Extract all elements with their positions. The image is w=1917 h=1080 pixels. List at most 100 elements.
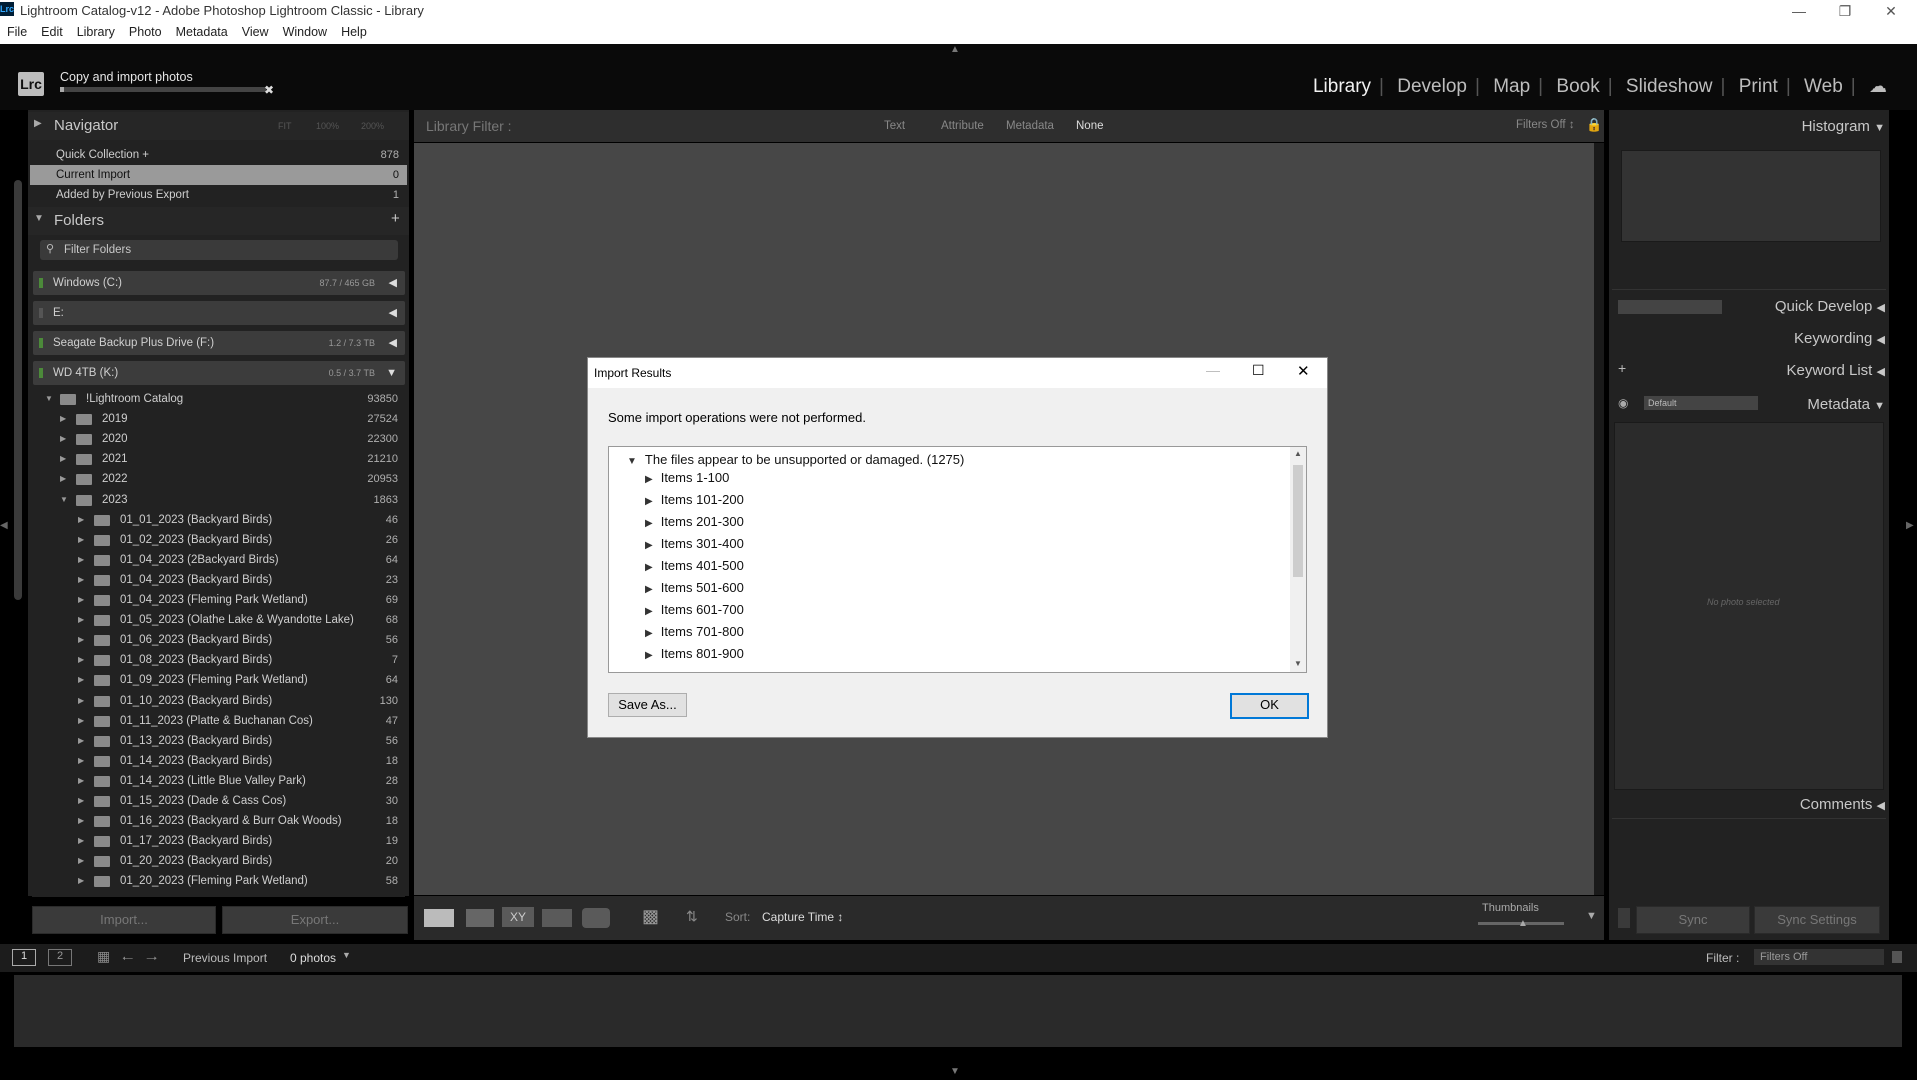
folder-row[interactable]: ▶ 01_13_2023 (Backyard Birds) 56	[28, 731, 407, 751]
comments-header[interactable]: Comments ◀	[1800, 796, 1885, 813]
filmstrip-filter-select[interactable]: Filters Off	[1754, 949, 1884, 965]
secondary-window-button[interactable]: 2	[48, 949, 72, 966]
left-panel-toggle-icon[interactable]: ◀	[0, 520, 8, 531]
folder-row[interactable]: ▶ 01_10_2023 (Backyard Birds) 130	[28, 691, 407, 711]
left-panel-scrollbar[interactable]	[14, 180, 22, 600]
collapsed-triangle-icon[interactable]: ▶	[78, 570, 84, 590]
result-item[interactable]: ▶ Items 601-700	[645, 602, 744, 617]
result-item[interactable]: ▶ Items 1-100	[645, 470, 729, 485]
scroll-down-icon[interactable]: ▼	[1294, 659, 1302, 668]
people-view-icon[interactable]	[582, 908, 610, 928]
volume-windows-c[interactable]: Windows (C:) 87.7 / 465 GB ◀	[33, 271, 405, 295]
catalog-added-by-previous-export[interactable]: Added by Previous Export 1	[30, 185, 407, 205]
collapse-top-icon[interactable]: ▲	[950, 44, 960, 55]
collapsed-triangle-icon[interactable]: ▶	[78, 731, 84, 751]
collapsed-triangle-icon[interactable]: ▶	[78, 751, 84, 771]
volume-wd-k[interactable]: WD 4TB (K:) 0.5 / 3.7 TB ▼	[33, 361, 405, 385]
filter-text[interactable]: Text	[884, 120, 905, 132]
result-item[interactable]: ▶ Items 501-600	[645, 580, 744, 595]
folder-row[interactable]: ▶ 01_05_2023 (Olathe Lake & Wyandotte Lak…	[28, 610, 407, 630]
minimize-icon[interactable]: —	[1776, 0, 1822, 22]
grid-scrollbar[interactable]	[1594, 143, 1604, 895]
filmstrip[interactable]	[14, 975, 1902, 1047]
folder-row[interactable]: ▶ 01_17_2023 (Backyard Birds) 19	[28, 831, 407, 851]
result-item[interactable]: ▶ Items 101-200	[645, 492, 744, 507]
menu-metadata[interactable]: Metadata	[169, 22, 235, 39]
export-button[interactable]: Export...	[222, 906, 408, 934]
menu-view[interactable]: View	[235, 22, 276, 39]
result-item[interactable]: ▶ Items 201-300	[645, 514, 744, 529]
collapsed-triangle-icon[interactable]: ▶	[78, 791, 84, 811]
auto-sync-toggle[interactable]	[1618, 908, 1630, 928]
volume-e[interactable]: E: ◀	[33, 301, 405, 325]
item-expand-icon[interactable]: ▶	[645, 540, 653, 551]
navigator-header[interactable]: ▶ Navigator FIT 100% 200%	[28, 112, 409, 140]
item-expand-icon[interactable]: ▶	[645, 650, 653, 661]
menu-file[interactable]: File	[0, 22, 34, 39]
menu-library[interactable]: Library	[70, 22, 122, 39]
folder-row[interactable]: ▶ 01_04_2023 (2Backyard Birds) 64	[28, 550, 407, 570]
menu-window[interactable]: Window	[276, 22, 334, 39]
scroll-thumb[interactable]	[1293, 465, 1303, 577]
zoom-100[interactable]: 100%	[316, 121, 339, 131]
results-scrollbar[interactable]: ▲ ▼	[1290, 447, 1306, 672]
folder-row[interactable]: ▶ 01_20_2023 (Backyard Birds) 20	[28, 851, 407, 871]
results-tree[interactable]: ▼ The files appear to be unsupported or d…	[608, 446, 1307, 673]
metadata-header[interactable]: Metadata ▼	[1807, 396, 1885, 413]
collapsed-triangle-icon[interactable]: ▶	[78, 711, 84, 731]
sync-settings-button[interactable]: Sync Settings	[1754, 906, 1880, 934]
folder-row[interactable]: ▶ 01_04_2023 (Backyard Birds) 23	[28, 570, 407, 590]
expanded-triangle-icon[interactable]: ▼	[60, 490, 68, 510]
survey-view-icon[interactable]	[542, 909, 572, 927]
scroll-up-icon[interactable]: ▲	[1294, 449, 1302, 458]
result-item[interactable]: ▶ Items 301-400	[645, 536, 744, 551]
folder-row[interactable]: ▶ 2020 22300	[28, 429, 407, 449]
collapsed-triangle-icon[interactable]: ▶	[78, 771, 84, 791]
zoom-200[interactable]: 200%	[361, 121, 384, 131]
item-expand-icon[interactable]: ▶	[645, 474, 653, 485]
zoom-fit[interactable]: FIT	[278, 121, 292, 131]
folder-row[interactable]: ▶ 2021 21210	[28, 449, 407, 469]
quick-develop-header[interactable]: Quick Develop ◀	[1775, 298, 1885, 315]
folder-row[interactable]: ▶ 01_15_2023 (Dade & Cass Cos) 30	[28, 791, 407, 811]
toolbar-options-icon[interactable]: ▼	[1586, 910, 1597, 922]
result-item[interactable]: ▶ Items 801-900	[645, 646, 744, 661]
add-folder-icon[interactable]: +	[391, 210, 400, 227]
collapsed-triangle-icon[interactable]: ▶	[78, 510, 84, 530]
collapsed-triangle-icon[interactable]: ▶	[78, 831, 84, 851]
filter-metadata[interactable]: Metadata	[1006, 120, 1054, 132]
grid-view-icon[interactable]	[424, 909, 454, 927]
filter-attribute[interactable]: Attribute	[941, 120, 984, 132]
dialog-minimize-icon[interactable]: —	[1206, 362, 1220, 378]
back-arrow-icon[interactable]: 🠀	[122, 948, 133, 972]
filter-preset[interactable]: Filters Off ↕	[1516, 119, 1575, 131]
folder-row[interactable]: ▶ 01_16_2023 (Backyard & Burr Oak Woods) 1…	[28, 811, 407, 831]
dialog-close-icon[interactable]: ✕	[1297, 362, 1310, 380]
folder-row[interactable]: ▶ 01_02_2023 (Backyard Birds) 26	[28, 530, 407, 550]
collapsed-triangle-icon[interactable]: ▶	[78, 691, 84, 711]
filmstrip-source-dropdown-icon[interactable]: ▼	[342, 950, 351, 960]
folder-row[interactable]: ▶ 01_20_2023 (Fleming Park Wetland) 58	[28, 871, 407, 891]
collapsed-triangle-icon[interactable]: ▶	[60, 429, 66, 449]
folders-header[interactable]: ▼ Folders +	[28, 207, 409, 235]
collapsed-triangle-icon[interactable]: ▶	[60, 469, 66, 489]
main-window-button[interactable]: 1	[12, 949, 36, 966]
folder-row[interactable]: ▶ 01_14_2023 (Little Blue Valley Park) 28	[28, 771, 407, 791]
volume-seagate-f[interactable]: Seagate Backup Plus Drive (F:) 1.2 / 7.3 …	[33, 331, 405, 355]
menu-help[interactable]: Help	[334, 22, 374, 39]
folder-row[interactable]: ▶ 01_08_2023 (Backyard Birds) 7	[28, 650, 407, 670]
module-slideshow[interactable]: Slideshow	[1626, 76, 1713, 97]
collapsed-triangle-icon[interactable]: ▶	[78, 630, 84, 650]
collapsed-triangle-icon[interactable]: ▶	[78, 590, 84, 610]
filmstrip-source[interactable]: Previous Import	[183, 951, 267, 965]
collapsed-triangle-icon[interactable]: ▶	[78, 811, 84, 831]
result-item[interactable]: ▶ Items 401-500	[645, 558, 744, 573]
eye-icon[interactable]: ◉	[1618, 396, 1628, 410]
painter-icon[interactable]: ▩	[642, 906, 659, 927]
collapsed-triangle-icon[interactable]: ▶	[78, 670, 84, 690]
folder-row[interactable]: ▶ 2022 20953	[28, 469, 407, 489]
collapsed-triangle-icon[interactable]: ▶	[78, 851, 84, 871]
compare-view-icon[interactable]: XY	[502, 907, 534, 927]
module-develop[interactable]: Develop	[1397, 76, 1467, 97]
filter-folders-input[interactable]: ⚲ Filter Folders	[40, 240, 398, 260]
